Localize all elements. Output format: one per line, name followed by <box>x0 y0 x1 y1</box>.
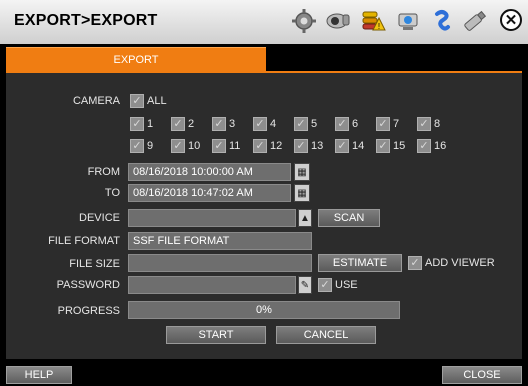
camera-checkbox-7[interactable]: ✓ <box>376 117 390 131</box>
device-select[interactable] <box>128 209 296 227</box>
keyboard-edit-icon[interactable]: ✎ <box>298 276 312 294</box>
file-size-label: FILE SIZE <box>69 258 120 270</box>
to-calendar-icon[interactable]: ▦ <box>294 184 310 202</box>
camera-checkbox-2[interactable]: ✓ <box>171 117 185 131</box>
camera-label: CAMERA <box>72 95 120 107</box>
network-icon[interactable] <box>395 8 421 34</box>
add-viewer-checkbox[interactable]: ✓ <box>408 256 422 270</box>
add-viewer-label: ADD VIEWER <box>425 257 495 269</box>
estimate-button[interactable]: ESTIMATE <box>318 254 402 272</box>
to-datetime-field[interactable]: 08/16/2018 10:47:02 AM <box>128 184 291 202</box>
tab-export[interactable]: EXPORT <box>6 47 266 72</box>
camera-checkbox-12[interactable]: ✓ <box>253 139 267 153</box>
from-calendar-icon[interactable]: ▦ <box>294 163 310 181</box>
camera-all-label: ALL <box>147 95 167 107</box>
camera-checkbox-label: 6 <box>352 118 359 130</box>
camera-checkbox-8[interactable]: ✓ <box>417 117 431 131</box>
camera-checkbox-label: 14 <box>352 140 365 152</box>
file-format-select[interactable]: SSF FILE FORMAT <box>128 232 312 250</box>
password-field[interactable] <box>128 276 296 294</box>
camera-checkbox-label: 7 <box>393 118 400 130</box>
usb-icon[interactable] <box>462 8 488 34</box>
user-icon[interactable] <box>429 8 455 34</box>
camera-icon[interactable] <box>325 8 351 34</box>
camera-checkbox-label: 11 <box>229 140 241 152</box>
camera-checkbox-label: 10 <box>188 140 201 152</box>
camera-checkbox-16[interactable]: ✓ <box>417 139 431 153</box>
password-label: PASSWORD <box>56 279 120 291</box>
progress-bar: 0% <box>128 301 400 319</box>
camera-checkbox-label: 4 <box>270 118 277 130</box>
camera-checkbox-label: 8 <box>434 118 441 130</box>
storage-alert-icon[interactable]: ! <box>360 8 386 34</box>
camera-checkbox-9[interactable]: ✓ <box>130 139 144 153</box>
camera-checkbox-13[interactable]: ✓ <box>294 139 308 153</box>
file-size-field <box>128 254 312 272</box>
camera-checkbox-label: 16 <box>434 140 447 152</box>
camera-checkbox-label: 12 <box>270 140 283 152</box>
svg-text:!: ! <box>378 22 380 31</box>
camera-checkbox-label: 9 <box>147 140 154 152</box>
from-label: FROM <box>87 166 120 178</box>
camera-checkbox-label: 13 <box>311 140 324 152</box>
camera-all-checkbox[interactable]: ✓ <box>130 94 144 108</box>
camera-checkbox-label: 1 <box>147 118 154 130</box>
camera-checkbox-label: 15 <box>393 140 406 152</box>
progress-text: 0% <box>256 304 272 316</box>
use-password-checkbox[interactable]: ✓ <box>318 278 332 292</box>
help-button[interactable]: HELP <box>6 366 72 384</box>
camera-checkbox-label: 5 <box>311 118 318 130</box>
from-datetime-field[interactable]: 08/16/2018 10:00:00 AM <box>128 163 291 181</box>
to-label: TO <box>104 187 120 199</box>
camera-checkbox-10[interactable]: ✓ <box>171 139 185 153</box>
camera-checkbox-3[interactable]: ✓ <box>212 117 226 131</box>
camera-checkbox-15[interactable]: ✓ <box>376 139 390 153</box>
camera-checkbox-11[interactable]: ✓ <box>212 139 226 153</box>
camera-checkbox-14[interactable]: ✓ <box>335 139 349 153</box>
device-dropdown-icon[interactable]: ▲ <box>298 209 312 227</box>
camera-checkbox-4[interactable]: ✓ <box>253 117 267 131</box>
close-button[interactable]: CLOSE <box>442 366 522 384</box>
start-button[interactable]: START <box>166 326 266 344</box>
file-format-label: FILE FORMAT <box>48 235 120 247</box>
page-title: EXPORT>EXPORT <box>14 12 158 29</box>
camera-checkbox-label: 2 <box>188 118 195 130</box>
scan-button[interactable]: SCAN <box>318 209 380 227</box>
use-password-label: USE <box>335 279 358 291</box>
camera-checkbox-label: 3 <box>229 118 236 130</box>
settings-gear-icon[interactable] <box>291 8 317 34</box>
camera-checkbox-1[interactable]: ✓ <box>130 117 144 131</box>
close-icon[interactable]: ✕ <box>500 9 522 31</box>
camera-checkbox-6[interactable]: ✓ <box>335 117 349 131</box>
device-label: DEVICE <box>79 212 120 224</box>
progress-label: PROGRESS <box>57 305 120 317</box>
cancel-button[interactable]: CANCEL <box>276 326 376 344</box>
camera-checkbox-5[interactable]: ✓ <box>294 117 308 131</box>
